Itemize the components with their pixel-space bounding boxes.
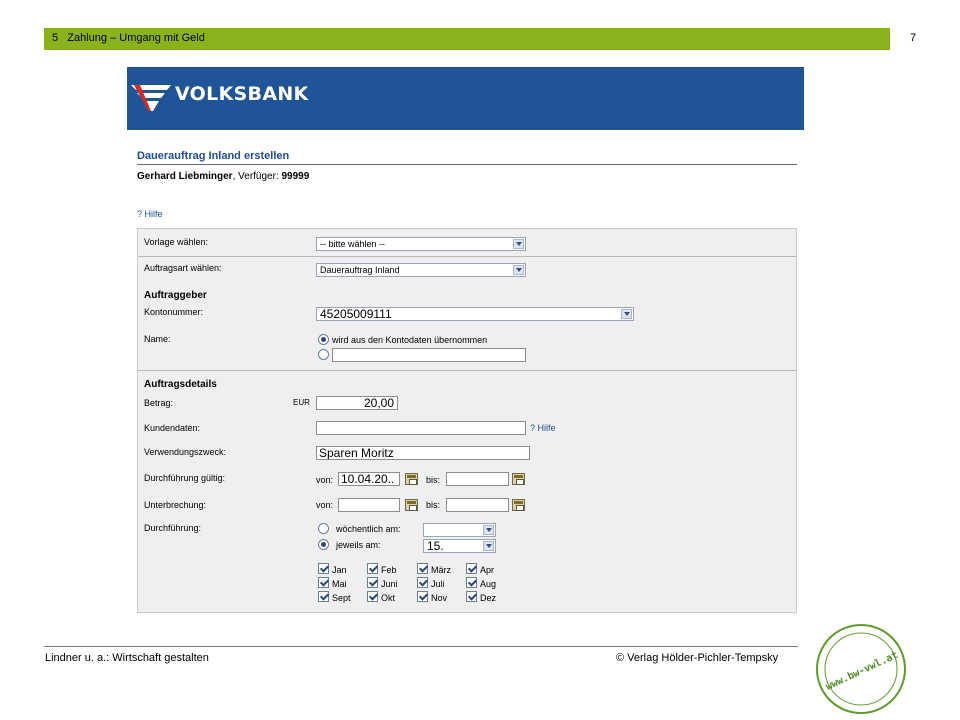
slide-header-bar: 5 Zahlung – Umgang mit Geld xyxy=(44,28,890,50)
month-checkbox[interactable] xyxy=(417,563,428,574)
kontonummer-select[interactable]: 45205009111 xyxy=(316,307,634,321)
month-checkbox[interactable] xyxy=(367,563,378,574)
monthly-label: jeweils am: xyxy=(336,540,381,550)
durchfuehrung-label: Durchführung: xyxy=(144,523,202,533)
name-from-account-label: wird aus den Kontodaten übernommen xyxy=(332,335,488,345)
chevron-down-icon xyxy=(621,309,632,319)
stamp-text: www.bw-vwl.at xyxy=(824,650,900,693)
gueltig-label: Durchführung gültig: xyxy=(144,473,226,483)
kundendaten-help-link[interactable]: ? Hilfe xyxy=(530,423,556,433)
weekly-select[interactable] xyxy=(423,523,496,537)
month-label: Mai xyxy=(332,579,347,589)
calendar-icon[interactable] xyxy=(405,473,418,485)
month-checkbox[interactable] xyxy=(367,577,378,588)
month-label: Juli xyxy=(431,579,445,589)
gueltig-bis-input[interactable] xyxy=(446,472,509,486)
form-panel: Vorlage wählen: -- bitte wählen -- Auftr… xyxy=(137,228,797,613)
month-label: Nov xyxy=(431,593,448,603)
calendar-icon[interactable] xyxy=(512,473,525,485)
chevron-down-icon xyxy=(483,525,494,535)
unter-bis-label: bis: xyxy=(426,500,441,510)
user-suffix: , Verfüger: xyxy=(232,171,282,182)
auftragsdetails-heading: Auftragsdetails xyxy=(144,379,217,390)
month-checkbox[interactable] xyxy=(417,591,428,602)
weekly-radio[interactable] xyxy=(318,523,329,534)
name-from-account-radio[interactable] xyxy=(318,334,329,345)
month-checkbox[interactable] xyxy=(318,591,329,602)
kundendaten-input[interactable] xyxy=(316,421,526,435)
chevron-down-icon xyxy=(513,239,524,249)
user-id: 99999 xyxy=(281,171,310,182)
footer-copyright: © Verlag Hölder-Pichler-Tempsky xyxy=(616,652,779,664)
unter-von-label: von: xyxy=(316,500,334,510)
month-label: Aug xyxy=(480,579,497,589)
verwendungszweck-input[interactable]: Sparen Moritz xyxy=(316,446,530,460)
unter-von-input[interactable] xyxy=(338,498,400,512)
month-checkbox[interactable] xyxy=(318,563,329,574)
auftragsart-select-value: Dauerauftrag Inland xyxy=(320,265,400,275)
month-label: März xyxy=(431,565,451,575)
user-line: Gerhard Liebminger, Verfüger: 99999 xyxy=(137,171,309,182)
calendar-icon[interactable] xyxy=(512,499,525,511)
chevron-down-icon xyxy=(513,265,524,275)
vorlage-label: Vorlage wählen: xyxy=(144,237,209,247)
section-divider xyxy=(138,256,796,257)
vorlage-select-value: -- bitte wählen -- xyxy=(320,239,386,249)
bank-banner: VOLKSBANK xyxy=(127,67,804,130)
month-checkbox[interactable] xyxy=(466,591,477,602)
month-checkbox[interactable] xyxy=(466,563,477,574)
title-divider xyxy=(137,164,797,165)
bank-name: VOLKSBANK xyxy=(175,83,309,105)
auftragsart-select[interactable]: Dauerauftrag Inland xyxy=(316,263,526,277)
monthly-radio[interactable] xyxy=(318,539,329,550)
gueltig-bis-label: bis: xyxy=(426,475,441,485)
slide-header-text: 5 Zahlung – Umgang mit Geld xyxy=(52,32,205,44)
gueltig-von-label: von: xyxy=(316,475,334,485)
month-label: Dez xyxy=(480,593,497,603)
month-label: Jan xyxy=(332,565,347,575)
betrag-label: Betrag: xyxy=(144,398,174,408)
unter-bis-input[interactable] xyxy=(446,498,509,512)
vorlage-select[interactable]: -- bitte wählen -- xyxy=(316,237,526,251)
currency-label: EUR xyxy=(293,398,310,407)
name-custom-radio[interactable] xyxy=(318,349,329,360)
calendar-icon[interactable] xyxy=(405,499,418,511)
volksbank-logo-icon xyxy=(131,85,171,111)
monthly-select[interactable]: 15. xyxy=(423,539,496,553)
weekly-label: wöchentlich am: xyxy=(336,524,401,534)
footer-citation: Lindner u. a.: Wirtschaft gestalten xyxy=(45,652,209,664)
kundendaten-label: Kundendaten: xyxy=(144,423,201,433)
month-label: Sept xyxy=(332,593,351,603)
chevron-down-icon xyxy=(483,541,494,551)
month-checkbox[interactable] xyxy=(417,577,428,588)
auftraggeber-heading: Auftraggeber xyxy=(144,290,207,301)
month-label: Apr xyxy=(480,565,495,575)
volksbank-logo: VOLKSBANK xyxy=(131,81,309,113)
help-link-top[interactable]: ? Hilfe xyxy=(137,209,163,219)
user-name: Gerhard Liebminger xyxy=(137,171,233,182)
kontonummer-label: Kontonummer: xyxy=(144,307,204,317)
betrag-input[interactable]: 20,00 xyxy=(316,396,398,410)
month-checkbox[interactable] xyxy=(367,591,378,602)
slide-page-number: 7 xyxy=(910,32,917,44)
form-title: Dauerauftrag Inland erstellen xyxy=(137,150,290,162)
monthly-select-value: 15. xyxy=(427,539,444,553)
name-label: Name: xyxy=(144,334,171,344)
name-input[interactable] xyxy=(332,348,526,362)
footer-divider xyxy=(44,646,798,647)
banking-form-screenshot: VOLKSBANK Dauerauftrag Inland erstellen … xyxy=(127,67,804,620)
month-checkbox[interactable] xyxy=(466,577,477,588)
section-divider xyxy=(138,370,796,371)
month-label: Okt xyxy=(381,593,396,603)
auftragsart-label: Auftragsart wählen: xyxy=(144,263,222,273)
verwendungszweck-label: Verwendungszweck: xyxy=(144,447,227,457)
month-label: Juni xyxy=(381,579,398,589)
gueltig-von-input[interactable]: 10.04.20.. xyxy=(338,472,400,486)
website-stamp: www.bw-vwl.at xyxy=(816,624,906,714)
unterbrechung-label: Unterbrechung: xyxy=(144,500,207,510)
month-label: Feb xyxy=(381,565,397,575)
kontonummer-select-value: 45205009111 xyxy=(320,307,392,321)
month-checkbox[interactable] xyxy=(318,577,329,588)
